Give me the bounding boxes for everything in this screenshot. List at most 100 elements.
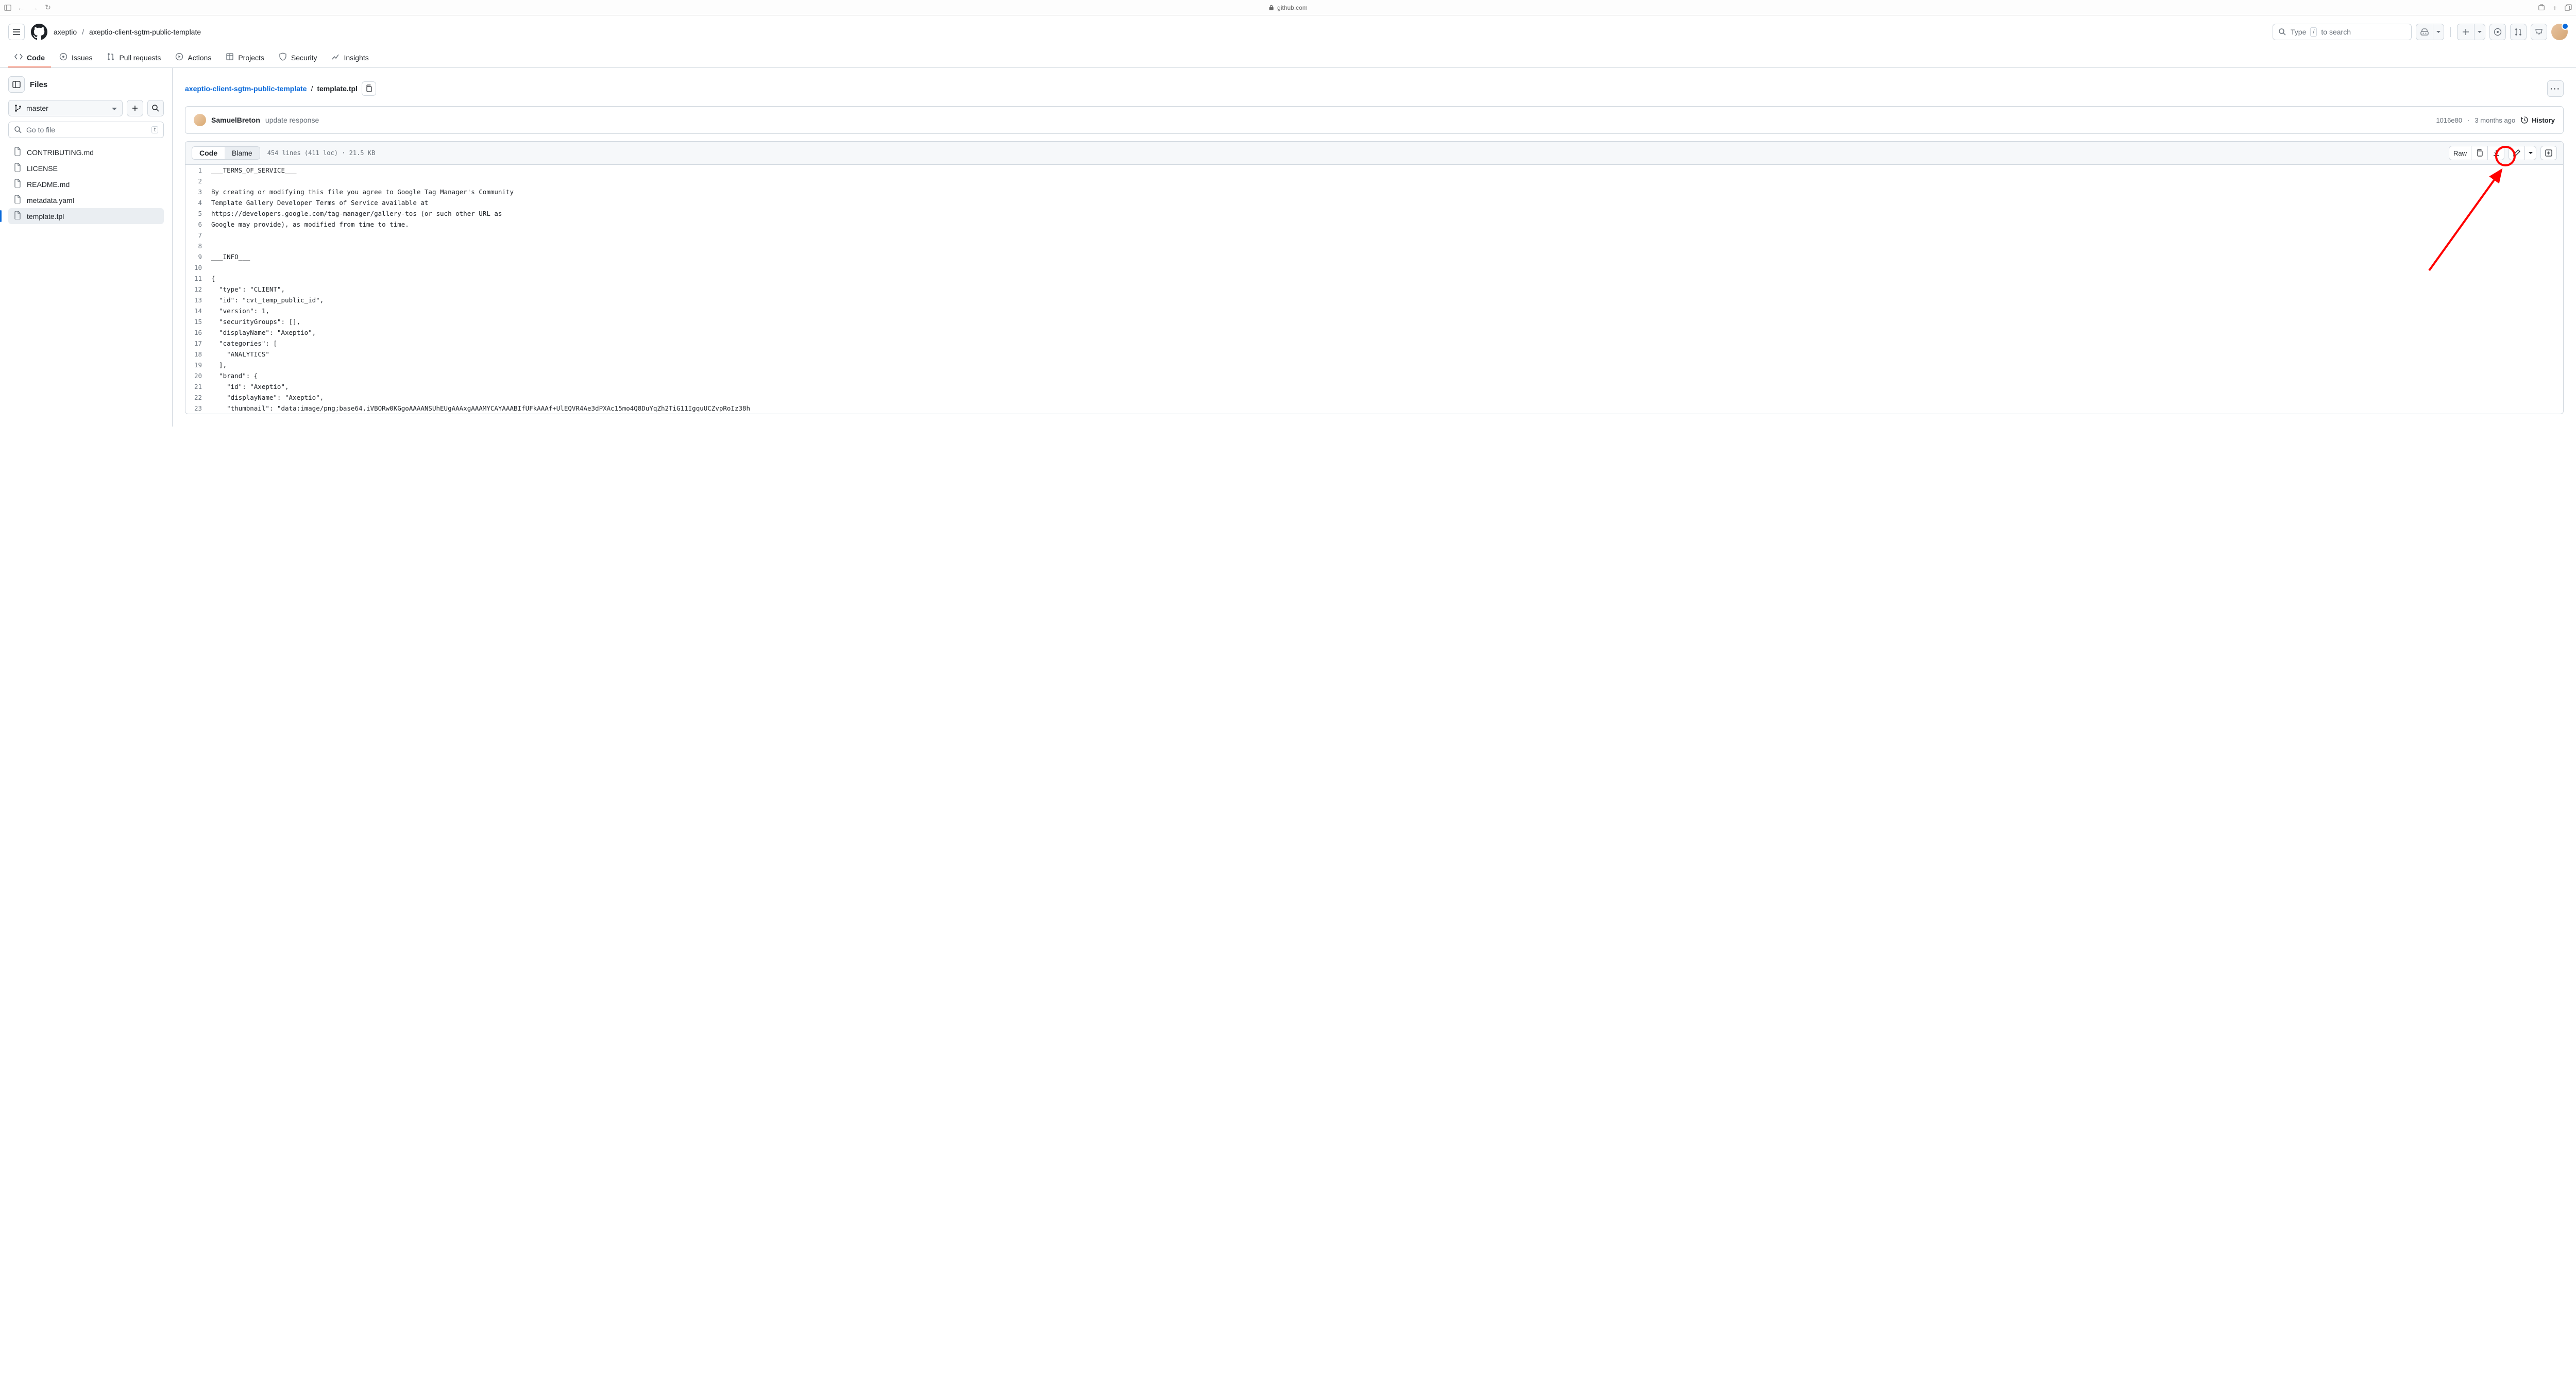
line-number[interactable]: 22 — [185, 392, 211, 403]
line-number[interactable]: 14 — [185, 305, 211, 316]
tab-security[interactable]: Security — [273, 48, 324, 67]
github-logo-icon[interactable] — [31, 24, 47, 40]
file-item[interactable]: CONTRIBUTING.md — [8, 144, 164, 160]
line-number[interactable]: 5 — [185, 208, 211, 219]
file-item[interactable]: README.md — [8, 176, 164, 192]
tab-insights[interactable]: Insights — [325, 48, 375, 67]
line-content[interactable] — [211, 230, 2563, 241]
add-tab-icon[interactable]: + — [2551, 4, 2558, 11]
line-content[interactable]: ___INFO___ — [211, 251, 2563, 262]
symbols-button[interactable] — [2540, 146, 2557, 160]
line-number[interactable]: 16 — [185, 327, 211, 338]
line-content[interactable]: "displayName": "Axeptio", — [211, 327, 2563, 338]
line-content[interactable]: By creating or modifying this file you a… — [211, 186, 2563, 197]
copilot-dropdown[interactable] — [2433, 24, 2444, 40]
blame-tab-button[interactable]: Blame — [225, 147, 260, 159]
file-item[interactable]: metadata.yaml — [8, 192, 164, 208]
avatar[interactable] — [2551, 24, 2568, 40]
line-content[interactable] — [211, 176, 2563, 186]
line-content[interactable]: "displayName": "Axeptio", — [211, 392, 2563, 403]
more-button[interactable]: ··· — [2547, 80, 2564, 97]
branch-select[interactable]: master — [8, 100, 123, 116]
line-content[interactable]: "version": 1, — [211, 305, 2563, 316]
line-content[interactable]: https://developers.google.com/tag-manage… — [211, 208, 2563, 219]
line-content[interactable]: "categories": [ — [211, 338, 2563, 349]
line-number[interactable]: 23 — [185, 403, 211, 414]
breadcrumb-owner[interactable]: axeptio — [54, 28, 77, 36]
file-item[interactable]: LICENSE — [8, 160, 164, 176]
line-number[interactable]: 12 — [185, 284, 211, 295]
copy-path-button[interactable] — [362, 81, 376, 96]
hamburger-button[interactable] — [8, 24, 25, 40]
sidebar-collapse-button[interactable] — [8, 76, 25, 93]
line-content[interactable]: Template Gallery Developer Terms of Serv… — [211, 197, 2563, 208]
line-number[interactable]: 18 — [185, 349, 211, 360]
line-content[interactable]: Google may provide), as modified from ti… — [211, 219, 2563, 230]
history-link[interactable]: History — [2520, 116, 2555, 124]
line-number[interactable]: 3 — [185, 186, 211, 197]
inbox-button[interactable] — [2531, 24, 2547, 40]
line-number[interactable]: 19 — [185, 360, 211, 370]
line-content[interactable]: "id": "Axeptio", — [211, 381, 2563, 392]
line-content[interactable]: { — [211, 273, 2563, 284]
commit-message[interactable]: update response — [265, 116, 319, 124]
add-file-button[interactable] — [127, 100, 143, 116]
line-content[interactable]: "type": "CLIENT", — [211, 284, 2563, 295]
search-files-button[interactable] — [147, 100, 164, 116]
line-content[interactable]: "id": "cvt_temp_public_id", — [211, 295, 2563, 305]
copy-raw-button[interactable] — [2471, 146, 2488, 160]
line-content[interactable]: ___TERMS_OF_SERVICE___ — [211, 165, 2563, 176]
line-number[interactable]: 8 — [185, 241, 211, 251]
line-number[interactable]: 13 — [185, 295, 211, 305]
line-number[interactable]: 17 — [185, 338, 211, 349]
line-number[interactable]: 21 — [185, 381, 211, 392]
line-number[interactable]: 15 — [185, 316, 211, 327]
line-number[interactable]: 9 — [185, 251, 211, 262]
commit-author[interactable]: SamuelBreton — [211, 116, 260, 124]
edit-button[interactable] — [2509, 146, 2525, 160]
pullrequests-button[interactable] — [2510, 24, 2527, 40]
edit-dropdown[interactable] — [2525, 146, 2536, 160]
back-icon[interactable]: ← — [18, 4, 25, 11]
commit-avatar[interactable] — [194, 114, 206, 126]
issues-button[interactable] — [2489, 24, 2506, 40]
line-content[interactable]: ], — [211, 360, 2563, 370]
line-number[interactable]: 2 — [185, 176, 211, 186]
line-content[interactable] — [211, 262, 2563, 273]
tabs-icon[interactable] — [2565, 4, 2572, 11]
line-content[interactable]: "thumbnail": "data:image/png;base64,iVBO… — [211, 403, 2563, 414]
line-content[interactable]: "securityGroups": [], — [211, 316, 2563, 327]
line-number[interactable]: 20 — [185, 370, 211, 381]
refresh-icon[interactable]: ↻ — [44, 4, 52, 11]
line-number[interactable]: 11 — [185, 273, 211, 284]
create-dropdown[interactable] — [2474, 24, 2485, 40]
raw-button[interactable]: Raw — [2449, 146, 2471, 160]
code-tab-button[interactable]: Code — [192, 147, 225, 159]
tab-pull-requests[interactable]: Pull requests — [100, 48, 167, 67]
forward-icon[interactable]: → — [31, 4, 38, 11]
code-area[interactable]: 1___TERMS_OF_SERVICE___23By creating or … — [185, 165, 2563, 414]
share-icon[interactable] — [2538, 4, 2545, 11]
line-content[interactable] — [211, 241, 2563, 251]
breadcrumb-repo[interactable]: axeptio-client-sgtm-public-template — [89, 28, 201, 36]
line-number[interactable]: 6 — [185, 219, 211, 230]
search-input[interactable]: Type / to search — [2273, 24, 2412, 40]
line-number[interactable]: 7 — [185, 230, 211, 241]
file-item[interactable]: template.tpl — [8, 208, 164, 224]
line-content[interactable]: "brand": { — [211, 370, 2563, 381]
line-number[interactable]: 10 — [185, 262, 211, 273]
tab-actions[interactable]: Actions — [169, 48, 217, 67]
commit-sha[interactable]: 1016e80 — [2436, 116, 2462, 124]
line-number[interactable]: 4 — [185, 197, 211, 208]
line-number[interactable]: 1 — [185, 165, 211, 176]
tab-code[interactable]: Code — [8, 48, 51, 67]
tab-issues[interactable]: Issues — [53, 48, 98, 67]
copilot-button[interactable] — [2416, 24, 2433, 40]
line-content[interactable]: "ANALYTICS" — [211, 349, 2563, 360]
url-text[interactable]: github.com — [1277, 4, 1308, 11]
sidebar-toggle-icon[interactable] — [4, 4, 11, 11]
download-button[interactable] — [2488, 146, 2504, 160]
path-repo[interactable]: axeptio-client-sgtm-public-template — [185, 84, 307, 93]
create-button[interactable] — [2457, 24, 2474, 40]
tab-projects[interactable]: Projects — [219, 48, 270, 67]
